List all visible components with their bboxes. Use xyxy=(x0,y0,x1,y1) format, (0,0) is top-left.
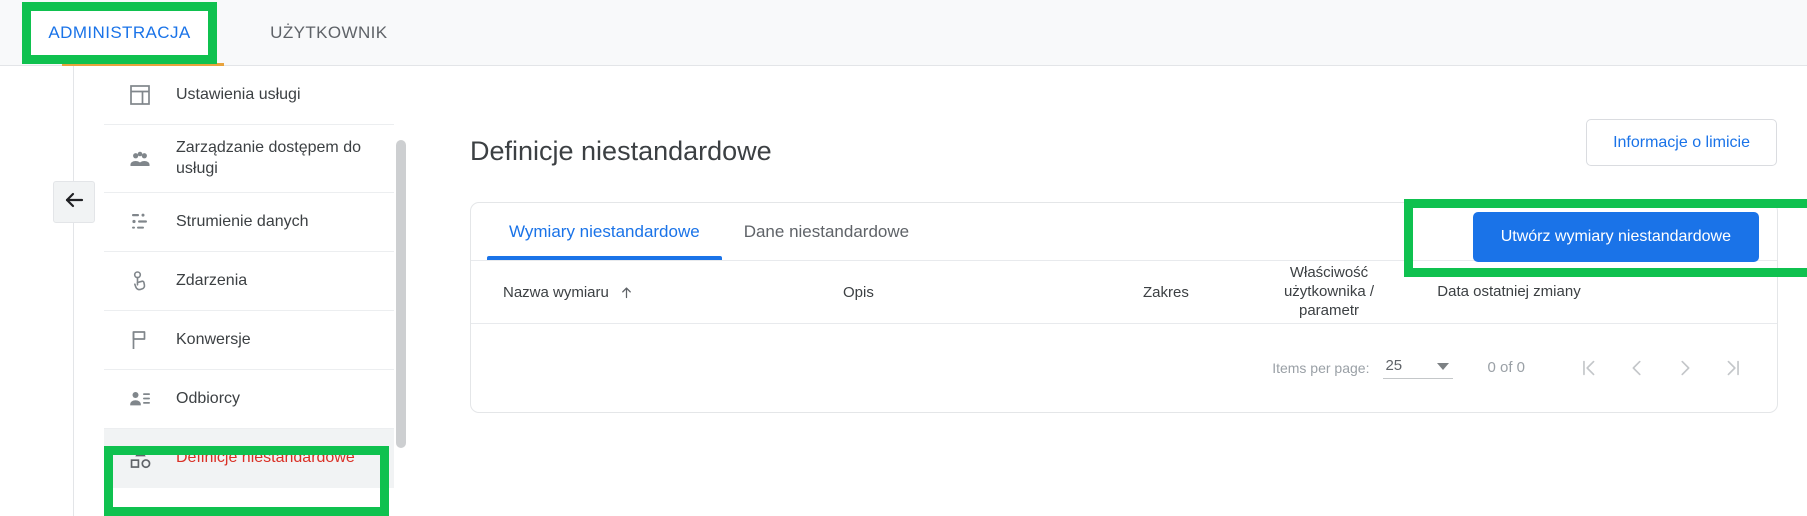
column-header-label: Nazwa wymiaru xyxy=(503,284,609,301)
page-title: Definicje niestandardowe xyxy=(470,136,772,166)
sidebar-item-strumienie-danych[interactable]: Strumienie danych xyxy=(104,193,404,252)
column-header-zakres[interactable]: Zakres xyxy=(1143,261,1189,324)
items-per-page-label: Items per page: xyxy=(1272,359,1370,376)
items-per-page-value: 25 xyxy=(1385,356,1403,374)
chevron-down-icon xyxy=(1437,362,1450,370)
arrow-left-icon xyxy=(62,188,86,217)
column-header-nazwa-wymiaru[interactable]: Nazwa wymiaru xyxy=(503,261,634,324)
audience-icon xyxy=(126,385,154,413)
tab-dane-niestandardowe[interactable]: Dane niestandardowe xyxy=(722,203,931,260)
administracja-tab-label-overlay[interactable]: ADMINISTRACJA xyxy=(31,11,208,55)
items-per-page-select[interactable]: 25 xyxy=(1383,356,1454,379)
shapes-icon xyxy=(126,445,154,473)
sidebar-item-label: Odbiorcy xyxy=(176,389,241,407)
create-custom-dimensions-label: Utwórz wymiary niestandardowe xyxy=(1500,228,1731,245)
next-page-button[interactable] xyxy=(1661,344,1709,392)
table-footer: Items per page: 25 0 of 0 xyxy=(471,324,1777,411)
data-streams-icon xyxy=(126,208,154,236)
sidebar-item-label: Ustawienia usługi xyxy=(176,85,301,103)
sidebar-item-zdarzenia[interactable]: Zdarzenia xyxy=(104,252,404,311)
limit-info-button-label: Informacje o limicie xyxy=(1613,133,1750,151)
sidebar-item-label: Zdarzenia xyxy=(176,271,248,289)
column-header-data-ostatniej-zmiany[interactable]: Data ostatniej zmiany xyxy=(1429,261,1589,324)
column-header-label: Zakres xyxy=(1143,284,1189,301)
custom-definitions-card: Wymiary niestandardowe Dane niestandardo… xyxy=(470,202,1778,413)
sidebar-item-label: Konwersje xyxy=(176,330,251,348)
card-tab-list: Wymiary niestandardowe Dane niestandardo… xyxy=(471,203,1777,262)
tab-wymiary-label: Wymiary niestandardowe xyxy=(509,221,700,241)
create-custom-dimensions-button[interactable]: Utwórz wymiary niestandardowe xyxy=(1472,212,1759,262)
sidebar-nav: Ustawienia usługi Zarządzanie dostępem d… xyxy=(104,66,404,516)
tab-wymiary-niestandardowe[interactable]: Wymiary niestandardowe xyxy=(487,203,722,260)
sidebar-item-ustawienia-uslugi[interactable]: Ustawienia usługi xyxy=(104,66,404,125)
tap-hand-icon xyxy=(126,267,154,295)
column-header-label: Właściwość użytkownika / parametr xyxy=(1283,264,1375,319)
sidebar-scrollbar-thumb[interactable] xyxy=(396,140,406,448)
sidebar-item-label: Definicje niestandardowe xyxy=(176,449,355,467)
administracja-tab-label: ADMINISTRACJA xyxy=(48,23,191,42)
flag-icon xyxy=(126,326,154,354)
tab-dane-label: Dane niestandardowe xyxy=(743,221,910,241)
paginator: Items per page: 25 0 of 0 xyxy=(1272,324,1757,411)
column-header-label: Opis xyxy=(843,284,874,301)
app-root: ADMINISTRACJA UŻYTKOWNIK xyxy=(0,0,1807,516)
main-content: Definicje niestandardowe Informacje o li… xyxy=(420,66,1807,516)
sidebar-item-label: Strumienie danych xyxy=(176,212,309,230)
table-header-row: Nazwa wymiaru Opis Zakres Właściwość uży… xyxy=(471,261,1777,324)
layout-icon xyxy=(126,81,154,109)
first-page-button[interactable] xyxy=(1565,344,1613,392)
page-range-label: 0 of 0 xyxy=(1487,359,1525,376)
sidebar-item-label: Zarządzanie dostępem do usługi xyxy=(176,138,361,177)
sidebar-divider xyxy=(73,66,74,516)
people-icon xyxy=(126,145,154,173)
arrow-up-icon xyxy=(619,285,634,300)
collapse-sidebar-button[interactable] xyxy=(53,181,95,223)
top-tab-bar: ADMINISTRACJA UŻYTKOWNIK xyxy=(0,0,1807,66)
sidebar-item-definicje-niestandardowe[interactable]: Definicje niestandardowe xyxy=(104,429,404,488)
sidebar-item-odbiorcy[interactable]: Odbiorcy xyxy=(104,370,404,429)
last-page-button[interactable] xyxy=(1709,344,1757,392)
limit-info-button[interactable]: Informacje o limicie xyxy=(1586,119,1777,166)
tab-uzytkownik-label: UŻYTKOWNIK xyxy=(270,23,388,42)
previous-page-button[interactable] xyxy=(1613,344,1661,392)
sidebar-item-konwersje[interactable]: Konwersje xyxy=(104,311,404,370)
tab-uzytkownik[interactable]: UŻYTKOWNIK xyxy=(242,0,415,66)
column-header-label: Data ostatniej zmiany xyxy=(1437,283,1581,301)
column-header-wlasciwosc-uzytkownika[interactable]: Właściwość użytkownika / parametr xyxy=(1259,261,1399,324)
column-header-opis[interactable]: Opis xyxy=(843,261,874,324)
sidebar-item-zarzadzanie-dostepem[interactable]: Zarządzanie dostępem do usługi xyxy=(104,125,404,193)
